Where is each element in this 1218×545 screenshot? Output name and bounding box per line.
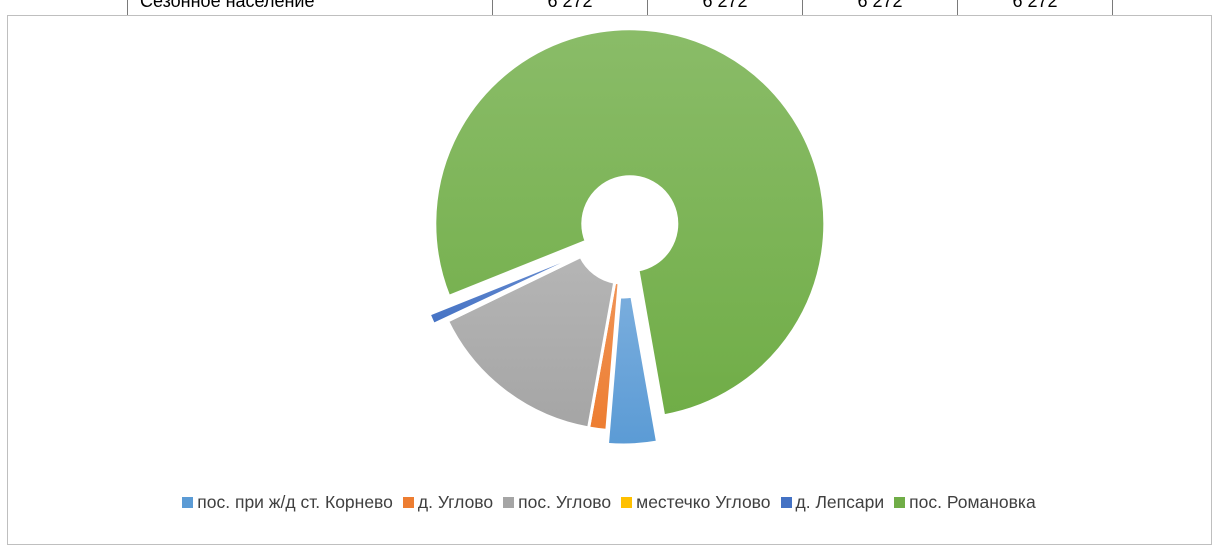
legend-swatch bbox=[402, 497, 414, 508]
legend-item: пос. Романовка bbox=[894, 492, 1036, 513]
legend-label: местечко Углово bbox=[636, 492, 771, 512]
legend-label: пос. при ж/д ст. Корнево bbox=[197, 492, 393, 512]
document-page: Сезонное население 6 272 6 272 6 272 6 2… bbox=[0, 0, 1218, 545]
legend-item: пос. Углово bbox=[503, 492, 611, 513]
legend-item: д. Углово bbox=[402, 492, 494, 513]
legend-item: местечко Углово bbox=[621, 492, 771, 513]
legend-swatch bbox=[621, 497, 633, 508]
legend-item: пос. при ж/д ст. Корнево bbox=[182, 492, 393, 513]
legend-swatch bbox=[503, 497, 515, 508]
legend-label: пос. Углово bbox=[518, 492, 612, 512]
legend-label: пос. Романовка bbox=[909, 492, 1036, 512]
legend-item: д. Лепсари bbox=[780, 492, 885, 513]
legend-label: д. Лепсари bbox=[795, 492, 885, 512]
doughnut-chart bbox=[427, 27, 827, 447]
legend-swatch bbox=[182, 497, 194, 508]
chart-legend: пос. при ж/д ст. Корнево д. Углово пос. Уг… bbox=[0, 492, 1218, 513]
legend-label: д. Углово bbox=[417, 492, 494, 512]
legend-swatch bbox=[894, 497, 906, 508]
legend-swatch bbox=[780, 497, 792, 508]
